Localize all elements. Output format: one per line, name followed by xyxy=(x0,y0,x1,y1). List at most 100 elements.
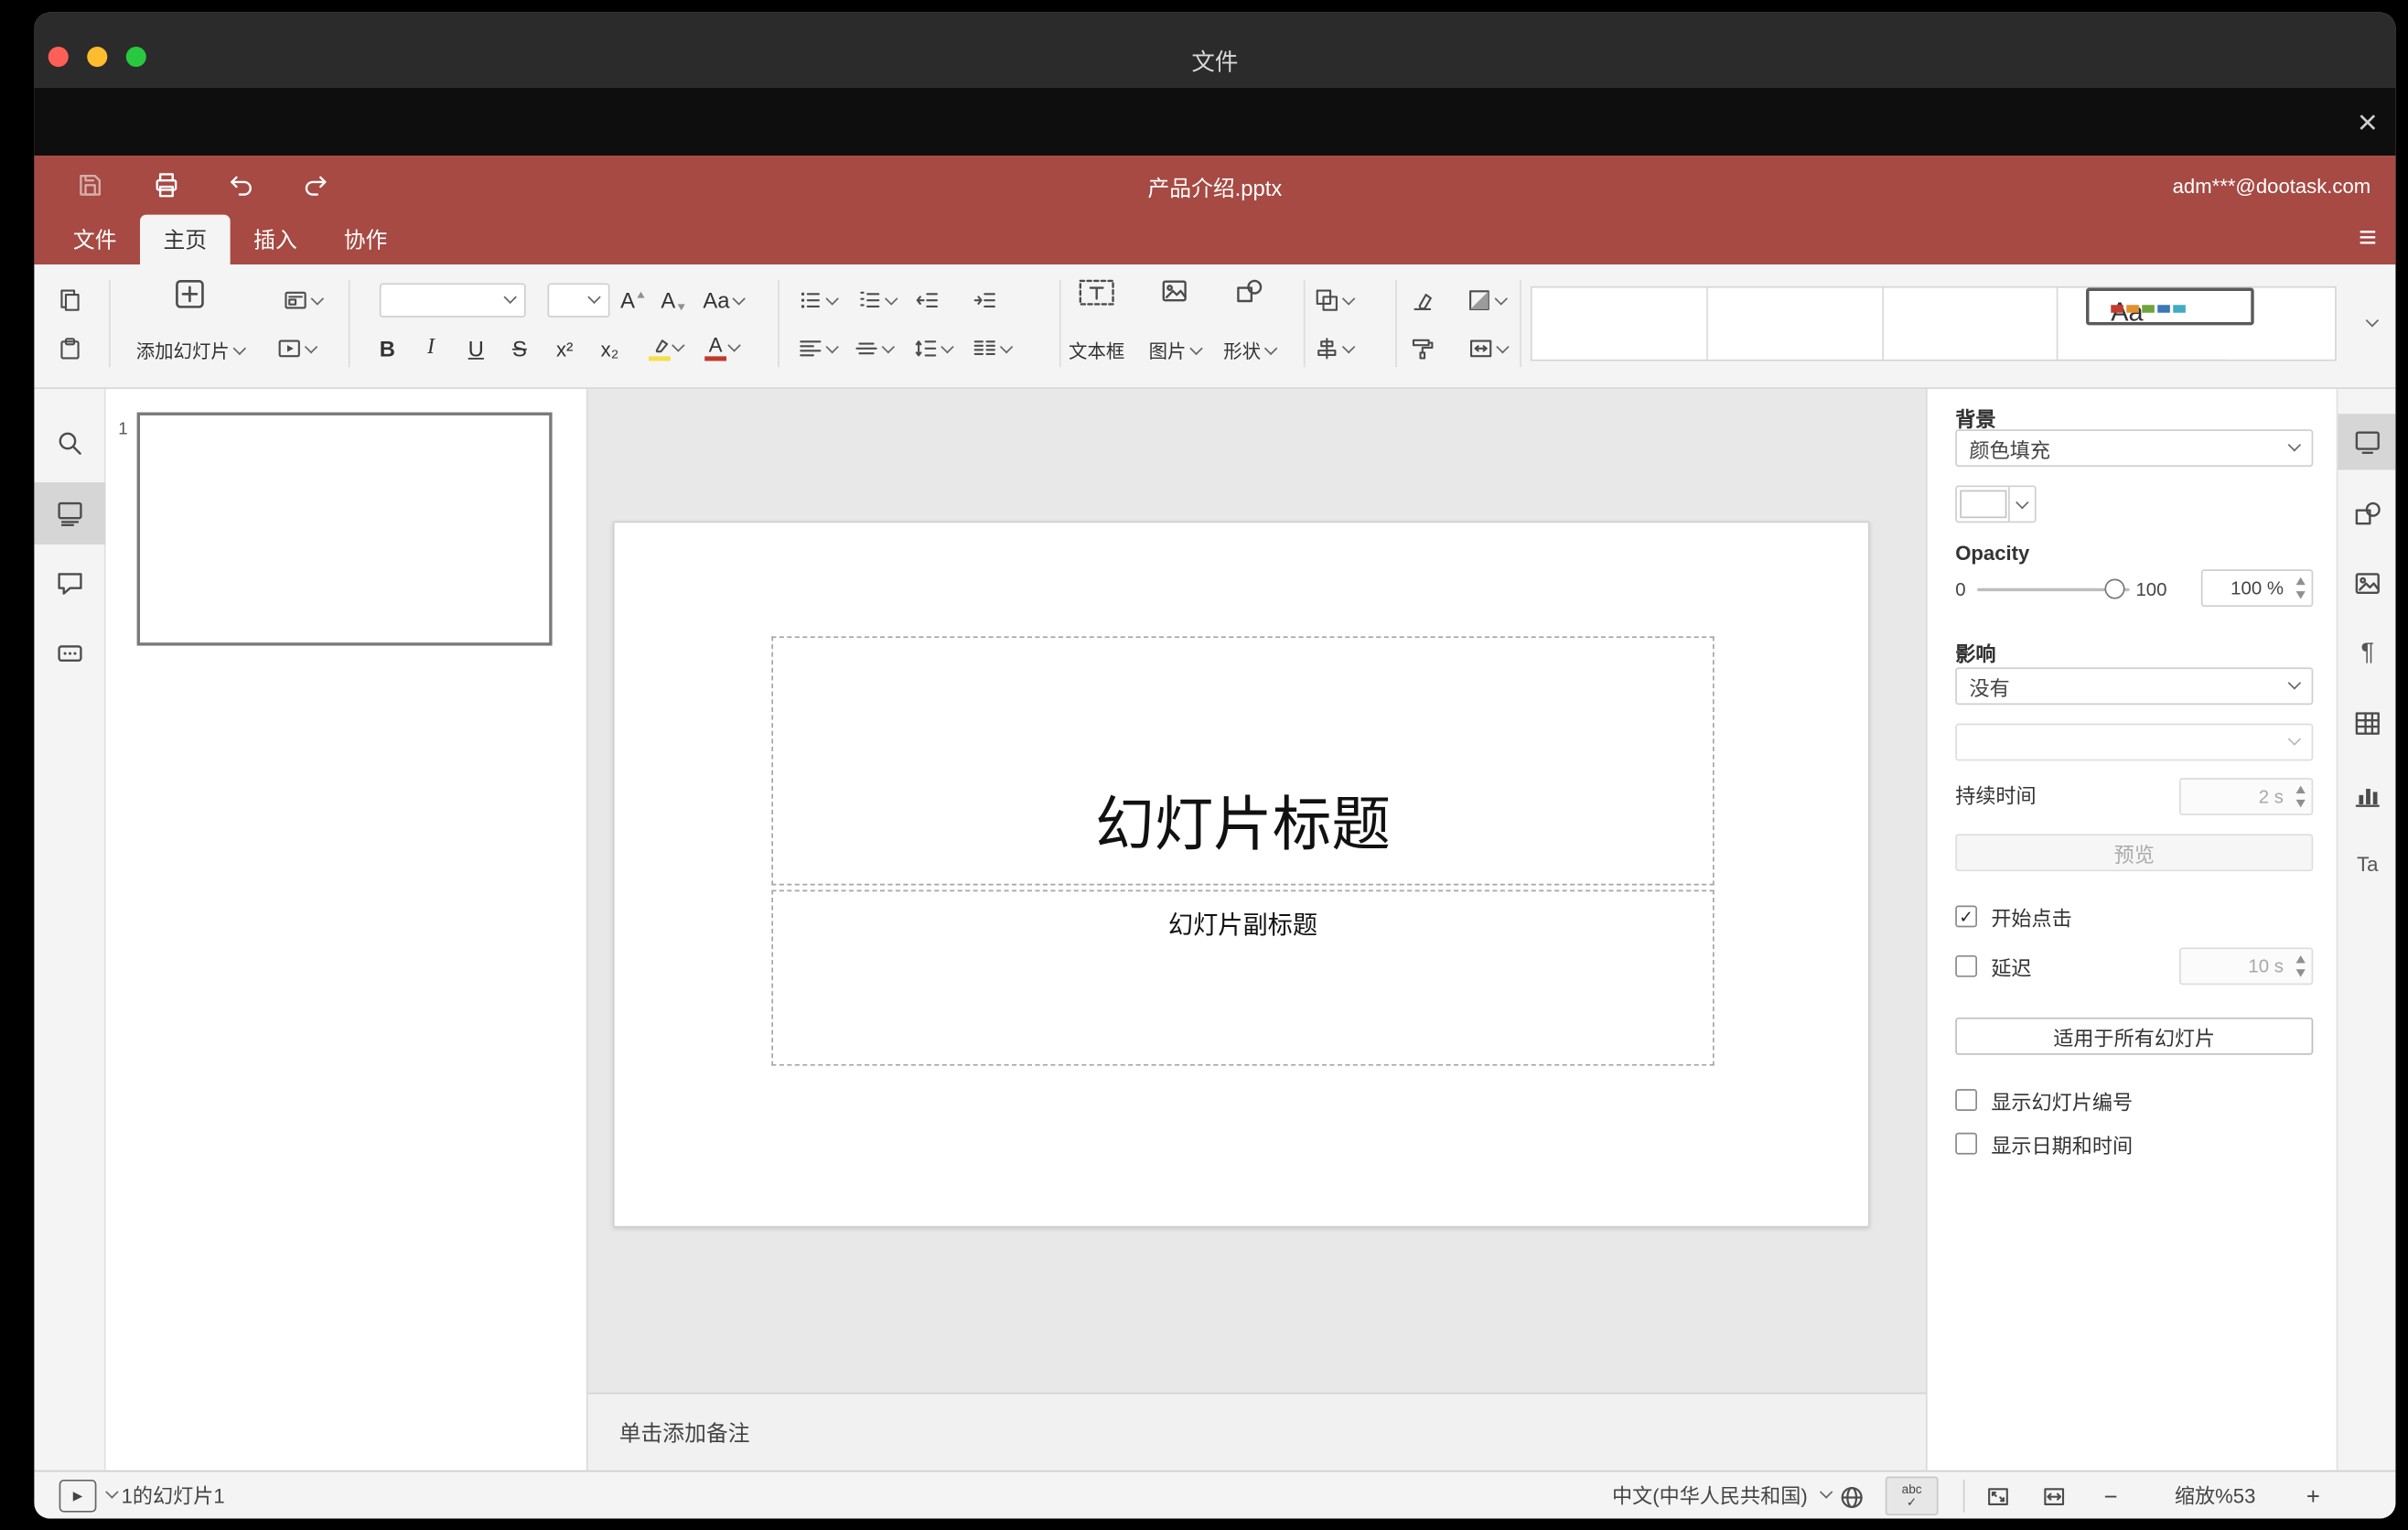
slide-settings-button[interactable] xyxy=(2338,414,2396,470)
start-on-click-checkbox[interactable]: ✓ xyxy=(1955,905,1978,928)
align-shape-button[interactable] xyxy=(1306,329,1360,369)
effect-select[interactable]: 没有 xyxy=(1955,667,2314,706)
show-slide-number-row[interactable]: 显示幻灯片编号 xyxy=(1955,1086,2313,1115)
change-case-button[interactable]: Aa xyxy=(697,280,750,320)
chat-feedback-button[interactable] xyxy=(34,624,105,686)
spellcheck-button[interactable]: abc ✓ xyxy=(1885,1476,1939,1516)
textart-settings-button[interactable]: Ta xyxy=(2338,835,2395,891)
zoom-out-button[interactable]: − xyxy=(2091,1477,2131,1517)
fill-type-select[interactable]: 颜色填充 xyxy=(1955,429,2314,468)
preview-button[interactable]: 预览 xyxy=(1955,834,2314,872)
spinner-arrows[interactable] xyxy=(2295,954,2306,977)
chart-settings-button[interactable] xyxy=(2338,767,2395,823)
font-color-button[interactable]: A xyxy=(691,329,741,369)
image-settings-button[interactable] xyxy=(2338,555,2395,611)
notes-area[interactable]: 单击添加备注 xyxy=(587,1392,1926,1471)
paste-button[interactable] xyxy=(49,329,90,369)
close-icon[interactable]: × xyxy=(2344,100,2391,146)
add-slide-button[interactable]: 添加幻灯片 xyxy=(122,271,259,371)
arrange-shape-button[interactable] xyxy=(1306,280,1360,320)
show-date-time-checkbox[interactable] xyxy=(1955,1132,1978,1155)
start-on-click-row[interactable]: ✓ 开始点击 xyxy=(1955,902,2313,931)
tab-collaboration[interactable]: 协作 xyxy=(320,215,411,264)
slide[interactable]: 幻灯片标题 幻灯片副标题 xyxy=(612,521,1870,1228)
highlight-color-button[interactable] xyxy=(635,329,685,369)
table-settings-button[interactable] xyxy=(2338,695,2395,751)
theme-option-blank-3[interactable] xyxy=(1884,287,2059,360)
title-placeholder[interactable]: 幻灯片标题 xyxy=(771,636,1715,886)
insert-columns-button[interactable] xyxy=(966,329,1016,369)
delay-spinner[interactable]: 10 s xyxy=(2179,947,2314,986)
theme-option-selected[interactable]: Aa xyxy=(2086,287,2254,327)
copy-style-button[interactable] xyxy=(1402,329,1442,369)
tab-home[interactable]: 主页 xyxy=(140,214,231,265)
copy-button[interactable] xyxy=(49,280,90,320)
gallery-expand-button[interactable] xyxy=(2349,302,2389,342)
bullet-list-button[interactable] xyxy=(791,280,841,320)
tab-file[interactable]: 文件 xyxy=(49,215,140,264)
start-slideshow-button[interactable] xyxy=(267,329,323,369)
line-spacing-button[interactable] xyxy=(907,329,956,369)
ribbon-tabs: 文件 主页 插入 协作 xyxy=(49,214,411,265)
show-slide-number-checkbox[interactable] xyxy=(1955,1089,1978,1111)
comments-button[interactable] xyxy=(34,553,105,615)
slide-thumbnail-1[interactable] xyxy=(136,412,553,646)
effect-variant-select[interactable] xyxy=(1955,723,2314,761)
clear-style-button[interactable] xyxy=(1402,280,1442,320)
font-size-combobox[interactable] xyxy=(547,283,610,318)
decrease-font-button[interactable]: A xyxy=(653,280,693,320)
bold-button[interactable]: B xyxy=(367,329,407,369)
numbered-list-button[interactable] xyxy=(851,280,900,320)
spinner-arrows[interactable] xyxy=(2295,576,2306,599)
slideshow-icon xyxy=(277,339,300,358)
insert-textbox-button[interactable]: 文本框 xyxy=(1050,271,1144,371)
italic-button[interactable]: I xyxy=(411,329,451,369)
underline-button[interactable]: U xyxy=(456,329,496,369)
spinner-arrows[interactable] xyxy=(2295,785,2306,808)
increase-font-button[interactable]: A xyxy=(613,280,653,320)
fit-to-width-button[interactable] xyxy=(2037,1482,2069,1511)
increase-indent-button[interactable] xyxy=(964,280,1005,320)
decrease-indent-button[interactable] xyxy=(907,280,947,320)
document-language-button[interactable] xyxy=(1835,1482,1866,1513)
duration-spinner[interactable]: 2 s xyxy=(2179,778,2314,815)
insert-shape-button[interactable]: 形状 xyxy=(1206,271,1293,371)
color-scheme-button[interactable] xyxy=(1457,280,1513,320)
fill-color-picker[interactable] xyxy=(1955,485,2037,523)
font-increase-icon: A xyxy=(620,287,635,313)
slides-panel-button[interactable] xyxy=(34,482,106,545)
opacity-spinner[interactable]: 100 % xyxy=(2200,569,2314,608)
language-selector[interactable]: 中文(中华人民共和国) xyxy=(1575,1471,1808,1518)
fit-width-icon xyxy=(2043,1488,2064,1506)
search-button[interactable] xyxy=(34,413,105,475)
chevron-down-icon[interactable] xyxy=(105,1485,119,1499)
start-slideshow-statusbar-button[interactable]: ▶ xyxy=(59,1479,97,1513)
toolbar-divider xyxy=(778,280,779,368)
paragraph-settings-button[interactable]: ¶ xyxy=(2338,626,2395,682)
strikethrough-button[interactable]: S xyxy=(500,329,540,369)
apply-to-all-slides-button[interactable]: 适用于所有幻灯片 xyxy=(1955,1017,2314,1055)
slide-size-button[interactable] xyxy=(1459,329,1515,369)
opacity-slider-handle[interactable] xyxy=(2104,578,2125,599)
vertical-align-button[interactable] xyxy=(848,329,898,369)
arrow-up-icon xyxy=(2295,785,2306,794)
subtitle-placeholder[interactable]: 幻灯片副标题 xyxy=(771,889,1715,1066)
theme-option-blank-1[interactable] xyxy=(1532,287,1708,360)
superscript-button[interactable]: x² xyxy=(542,329,588,369)
theme-option-blank-2[interactable] xyxy=(1707,287,1885,360)
show-date-time-label: 显示日期和时间 xyxy=(1991,1133,2134,1158)
tab-insert[interactable]: 插入 xyxy=(231,215,321,264)
fit-to-slide-button[interactable] xyxy=(1982,1482,2013,1511)
vertical-align-icon xyxy=(855,342,876,355)
font-name-combobox[interactable] xyxy=(379,283,526,318)
slide-layout-button[interactable] xyxy=(277,280,327,320)
show-date-time-row[interactable]: 显示日期和时间 xyxy=(1955,1129,2313,1158)
zoom-in-button[interactable]: + xyxy=(2293,1477,2333,1517)
fill-color-dropdown[interactable] xyxy=(2008,487,2035,522)
horizontal-align-button[interactable] xyxy=(791,329,841,369)
delay-checkbox[interactable] xyxy=(1955,954,1978,977)
subscript-button[interactable]: x₂ xyxy=(586,329,633,369)
shape-settings-button[interactable] xyxy=(2338,485,2395,541)
hamburger-menu-icon[interactable]: ≡ xyxy=(2359,218,2377,258)
slide-counter: 1的幻灯片1 xyxy=(121,1484,225,1508)
